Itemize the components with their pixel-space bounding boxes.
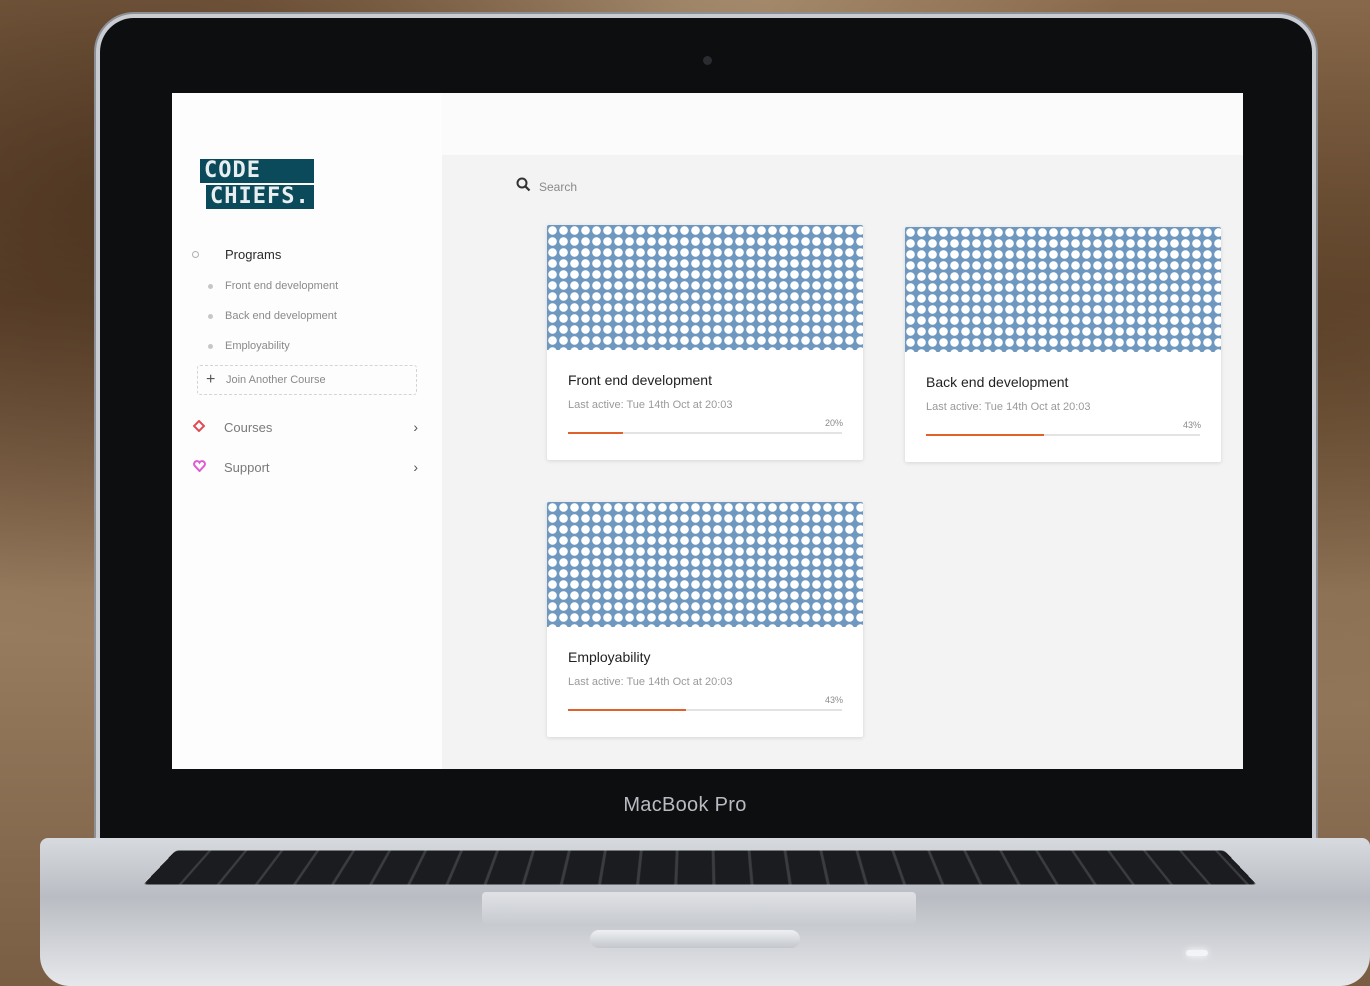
lid-notch [590, 930, 800, 948]
sidebar-item-back-end[interactable]: Back end development [192, 301, 422, 331]
bullet-icon [208, 313, 213, 319]
card-progress-label: 20% [824, 418, 843, 428]
device-brand-label: MacBook Pro [623, 794, 747, 816]
join-course-label: Join Another Course [226, 374, 326, 386]
plus-icon: + [206, 371, 216, 388]
courses-label: Courses [224, 419, 273, 435]
webcam [703, 56, 712, 65]
bullet-icon [208, 343, 213, 349]
card-banner-pattern [905, 227, 1221, 352]
course-card[interactable]: Back end development Last active: Tue 14… [905, 227, 1221, 462]
programs-header[interactable]: Programs [192, 243, 422, 265]
search-bar[interactable]: Search [516, 177, 577, 197]
sidebar-item-label: Employability [225, 340, 290, 352]
card-banner-pattern [547, 502, 863, 627]
progress-bar [568, 432, 842, 434]
bullet-icon [208, 283, 213, 289]
programs-ring-icon [192, 250, 199, 258]
progress-fill [926, 434, 1044, 436]
progress-fill [568, 432, 623, 434]
status-led [1186, 950, 1208, 956]
join-course-button[interactable]: + Join Another Course [197, 365, 417, 395]
card-progress-label: 43% [824, 695, 843, 705]
sidebar-item-support[interactable]: Support › [192, 449, 422, 485]
sidebar: CODE CHIEFS. Programs Front end developm… [172, 93, 442, 769]
logo-line-2: CHIEFS. [206, 185, 314, 209]
sidebar-nav: Programs Front end development Back end … [192, 243, 422, 485]
sidebar-item-label: Front end development [225, 280, 339, 292]
sidebar-item-front-end[interactable]: Front end development [192, 271, 422, 301]
card-banner-pattern [547, 225, 863, 350]
chevron-right-icon: › [413, 419, 418, 435]
keyboard [143, 850, 1257, 885]
trackpad [482, 892, 916, 924]
card-last-active: Last active: Tue 14th Oct at 20:03 [568, 399, 733, 411]
diamond-icon [192, 419, 206, 435]
heart-icon [192, 459, 206, 475]
card-progress-label: 43% [1182, 420, 1201, 430]
card-title: Back end development [926, 374, 1069, 390]
card-title: Employability [568, 649, 651, 665]
card-title: Front end development [568, 372, 712, 388]
course-card[interactable]: Front end development Last active: Tue 1… [547, 225, 863, 460]
progress-fill [568, 709, 686, 711]
sidebar-item-courses[interactable]: Courses › [192, 409, 422, 445]
search-icon [516, 177, 531, 197]
support-label: Support [224, 459, 270, 475]
sidebar-item-label: Back end development [225, 310, 337, 322]
programs-label: Programs [225, 246, 282, 262]
logo[interactable]: CODE CHIEFS. [200, 159, 314, 209]
chevron-right-icon: › [413, 459, 418, 475]
search-placeholder: Search [539, 180, 578, 194]
progress-bar [568, 709, 842, 711]
progress-bar [926, 434, 1200, 436]
logo-line-1: CODE [200, 159, 314, 183]
card-last-active: Last active: Tue 14th Oct at 20:03 [568, 676, 733, 688]
course-card[interactable]: Employability Last active: Tue 14th Oct … [547, 502, 863, 737]
card-last-active: Last active: Tue 14th Oct at 20:03 [926, 401, 1091, 413]
app-screen: CODE CHIEFS. Programs Front end developm… [172, 93, 1243, 769]
sidebar-item-employability[interactable]: Employability [192, 331, 422, 361]
main-content: Search Front end development Last active… [442, 155, 1243, 769]
